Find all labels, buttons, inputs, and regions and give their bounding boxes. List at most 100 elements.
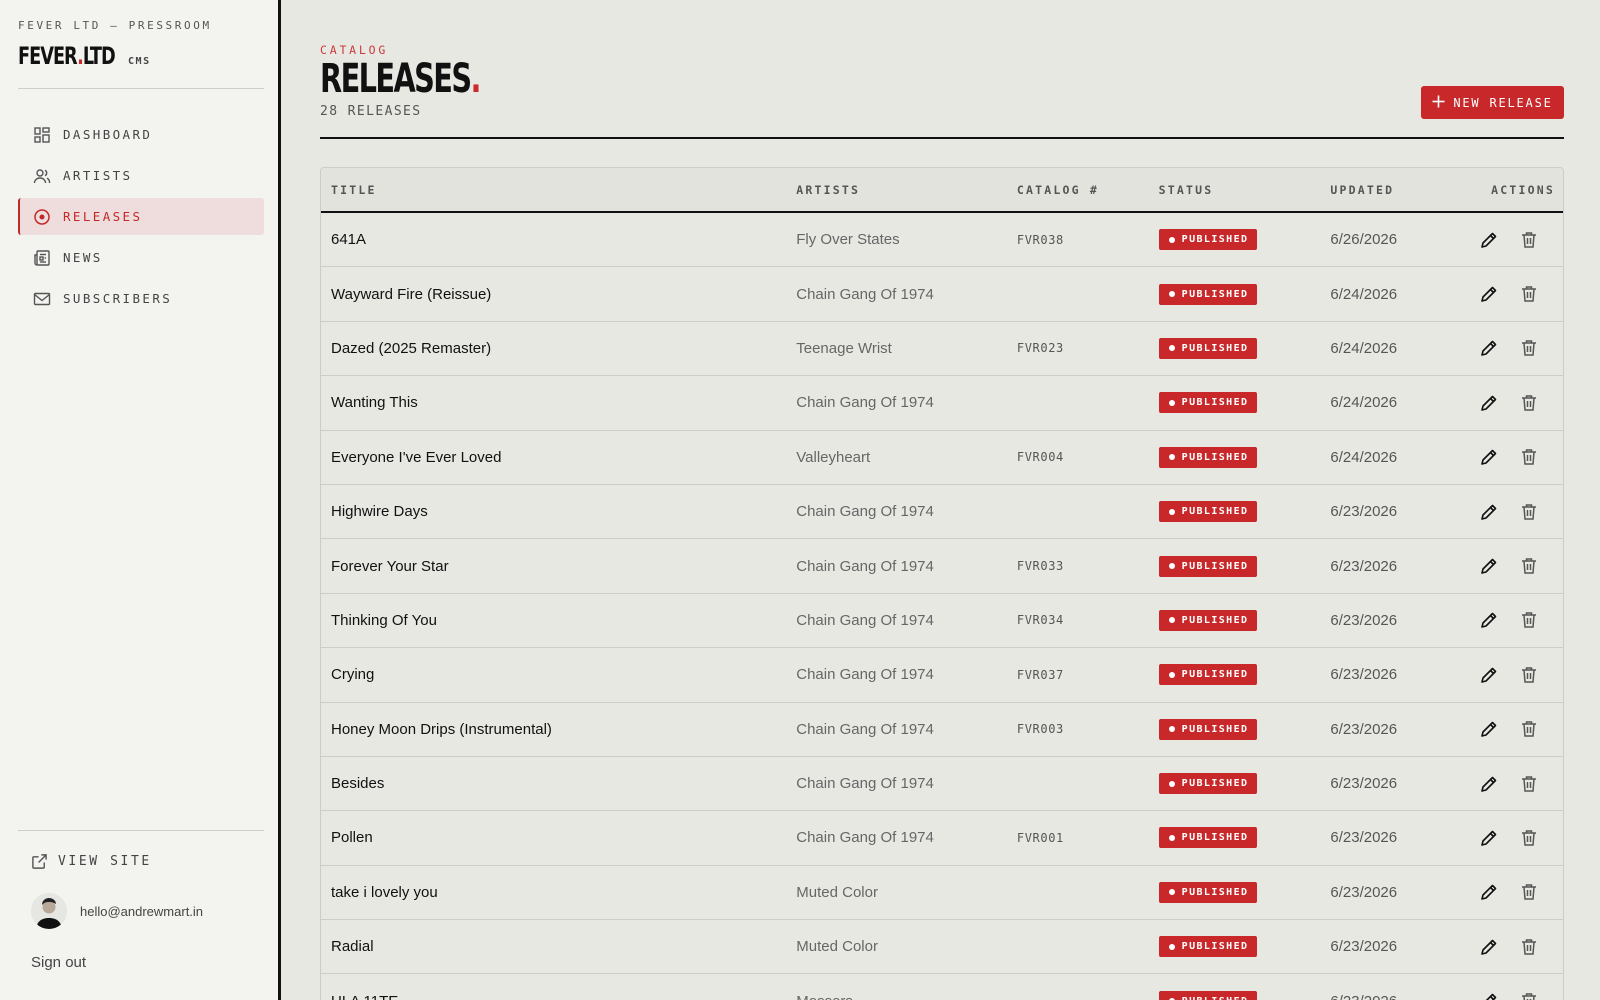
sidebar-item-label: RELEASES (63, 209, 143, 224)
status-label: PUBLISHED (1181, 234, 1249, 246)
table-row[interactable]: Everyone I've Ever Loved Valleyheart FVR… (321, 430, 1563, 485)
release-title[interactable]: 641A (321, 231, 796, 248)
release-title[interactable]: Crying (321, 666, 796, 683)
edit-icon[interactable] (1479, 447, 1499, 467)
trash-icon[interactable] (1519, 284, 1539, 304)
trash-icon[interactable] (1519, 991, 1539, 1000)
sidebar-item-dashboard[interactable]: DASHBOARD (18, 116, 264, 153)
edit-icon[interactable] (1479, 774, 1499, 794)
release-title[interactable]: Radial (321, 938, 796, 955)
release-catalog: FVR034 (1016, 613, 1064, 628)
row-actions (1479, 774, 1563, 794)
table-row[interactable]: Honey Moon Drips (Instrumental) Chain Ga… (321, 702, 1563, 757)
trash-icon[interactable] (1519, 719, 1539, 739)
status-badge: PUBLISHED (1158, 555, 1258, 577)
trash-icon[interactable] (1519, 338, 1539, 358)
dashboard-icon (33, 126, 51, 144)
trash-icon[interactable] (1519, 882, 1539, 902)
table-row[interactable]: Highwire Days Chain Gang Of 1974 PUBLISH… (321, 484, 1563, 540)
status-label: PUBLISHED (1181, 941, 1249, 953)
column-header-artists[interactable]: ARTISTS (796, 183, 1017, 197)
table-row[interactable]: ULA 11TE Mossers PUBLISHED 6/23/2026 (321, 974, 1563, 1000)
row-actions (1479, 502, 1563, 522)
table-row[interactable]: Wayward Fire (Reissue) Chain Gang Of 197… (321, 267, 1563, 322)
sidebar-item-label: SUBSCRIBERS (63, 291, 173, 306)
edit-icon[interactable] (1479, 828, 1499, 848)
release-updated: 6/23/2026 (1330, 720, 1398, 738)
sign-out-link[interactable]: Sign out (31, 954, 86, 971)
trash-icon[interactable] (1519, 447, 1539, 467)
column-header-title[interactable]: TITLE (321, 183, 796, 197)
edit-icon[interactable] (1479, 719, 1499, 739)
edit-icon[interactable] (1479, 230, 1499, 250)
trash-icon[interactable] (1519, 610, 1539, 630)
release-title[interactable]: Honey Moon Drips (Instrumental) (321, 721, 796, 738)
status-cell: PUBLISHED (1158, 881, 1331, 903)
table-row[interactable]: Dazed (2025 Remaster) Teenage Wrist FVR0… (321, 321, 1563, 377)
table-row[interactable]: Crying Chain Gang Of 1974 FVR037 PUBLISH… (321, 648, 1563, 703)
table-row[interactable]: Pollen Chain Gang Of 1974 FVR001 PUBLISH… (321, 811, 1563, 866)
brand-logo[interactable]: FEVER.LTD CMS (18, 42, 151, 70)
edit-icon[interactable] (1479, 610, 1499, 630)
row-actions (1479, 393, 1563, 413)
edit-icon[interactable] (1479, 665, 1499, 685)
edit-icon[interactable] (1479, 991, 1499, 1000)
release-title[interactable]: take i lovely you (321, 884, 796, 901)
trash-icon[interactable] (1519, 393, 1539, 413)
release-title[interactable]: Wanting This (321, 394, 796, 411)
release-title[interactable]: Everyone I've Ever Loved (321, 449, 796, 466)
release-title[interactable]: Thinking Of You (321, 612, 796, 629)
release-title[interactable]: Wayward Fire (Reissue) (321, 286, 796, 303)
new-release-button[interactable]: NEW RELEASE (1421, 86, 1564, 119)
status-label: PUBLISHED (1181, 451, 1249, 463)
row-actions (1479, 230, 1563, 250)
release-title[interactable]: Pollen (321, 829, 796, 846)
row-actions (1479, 882, 1563, 902)
sidebar-item-artists[interactable]: ARTISTS (18, 157, 264, 194)
table-row[interactable]: take i lovely you Muted Color PUBLISHED … (321, 865, 1563, 921)
page-eyebrow: CATALOG (320, 43, 389, 57)
sidebar-item-news[interactable]: NEWS (18, 239, 264, 276)
status-badge: PUBLISHED (1158, 881, 1258, 903)
row-actions (1479, 991, 1563, 1000)
trash-icon[interactable] (1519, 774, 1539, 794)
release-title[interactable]: Dazed (2025 Remaster) (321, 340, 796, 357)
status-cell: PUBLISHED (1158, 609, 1331, 631)
trash-icon[interactable] (1519, 828, 1539, 848)
trash-icon[interactable] (1519, 230, 1539, 250)
trash-icon[interactable] (1519, 502, 1539, 522)
row-actions (1479, 610, 1563, 630)
status-label: PUBLISHED (1181, 397, 1249, 409)
trash-icon[interactable] (1519, 556, 1539, 576)
table-row[interactable]: Besides Chain Gang Of 1974 PUBLISHED 6/2… (321, 756, 1563, 812)
edit-icon[interactable] (1479, 882, 1499, 902)
release-updated: 6/23/2026 (1330, 611, 1398, 629)
edit-icon[interactable] (1479, 284, 1499, 304)
view-site-link[interactable]: VIEW SITE (31, 853, 152, 870)
column-header-status[interactable]: STATUS (1159, 183, 1331, 197)
edit-icon[interactable] (1479, 937, 1499, 957)
release-title[interactable]: Highwire Days (321, 503, 796, 520)
trash-icon[interactable] (1519, 937, 1539, 957)
table-row[interactable]: 641A Fly Over States FVR038 PUBLISHED 6/… (321, 213, 1563, 268)
release-title[interactable]: ULA 11TE (321, 993, 796, 1000)
sidebar-item-releases[interactable]: RELEASES (18, 198, 264, 235)
column-header-catalog[interactable]: CATALOG # (1017, 183, 1159, 197)
table-row[interactable]: Wanting This Chain Gang Of 1974 PUBLISHE… (321, 376, 1563, 431)
row-actions (1479, 447, 1563, 467)
sidebar-divider (18, 830, 264, 831)
table-row[interactable]: Forever Your Star Chain Gang Of 1974 FVR… (321, 539, 1563, 594)
table-row[interactable]: Thinking Of You Chain Gang Of 1974 FVR03… (321, 593, 1563, 649)
sidebar-item-subscribers[interactable]: SUBSCRIBERS (18, 280, 264, 317)
edit-icon[interactable] (1479, 393, 1499, 413)
release-title[interactable]: Forever Your Star (321, 558, 796, 575)
status-badge: PUBLISHED (1158, 718, 1258, 740)
edit-icon[interactable] (1479, 338, 1499, 358)
edit-icon[interactable] (1479, 556, 1499, 576)
new-release-label: NEW RELEASE (1453, 95, 1553, 110)
release-title[interactable]: Besides (321, 775, 796, 792)
trash-icon[interactable] (1519, 665, 1539, 685)
column-header-updated[interactable]: UPDATED (1330, 183, 1479, 197)
table-row[interactable]: Radial Muted Color PUBLISHED 6/23/2026 (321, 920, 1563, 975)
edit-icon[interactable] (1479, 502, 1499, 522)
